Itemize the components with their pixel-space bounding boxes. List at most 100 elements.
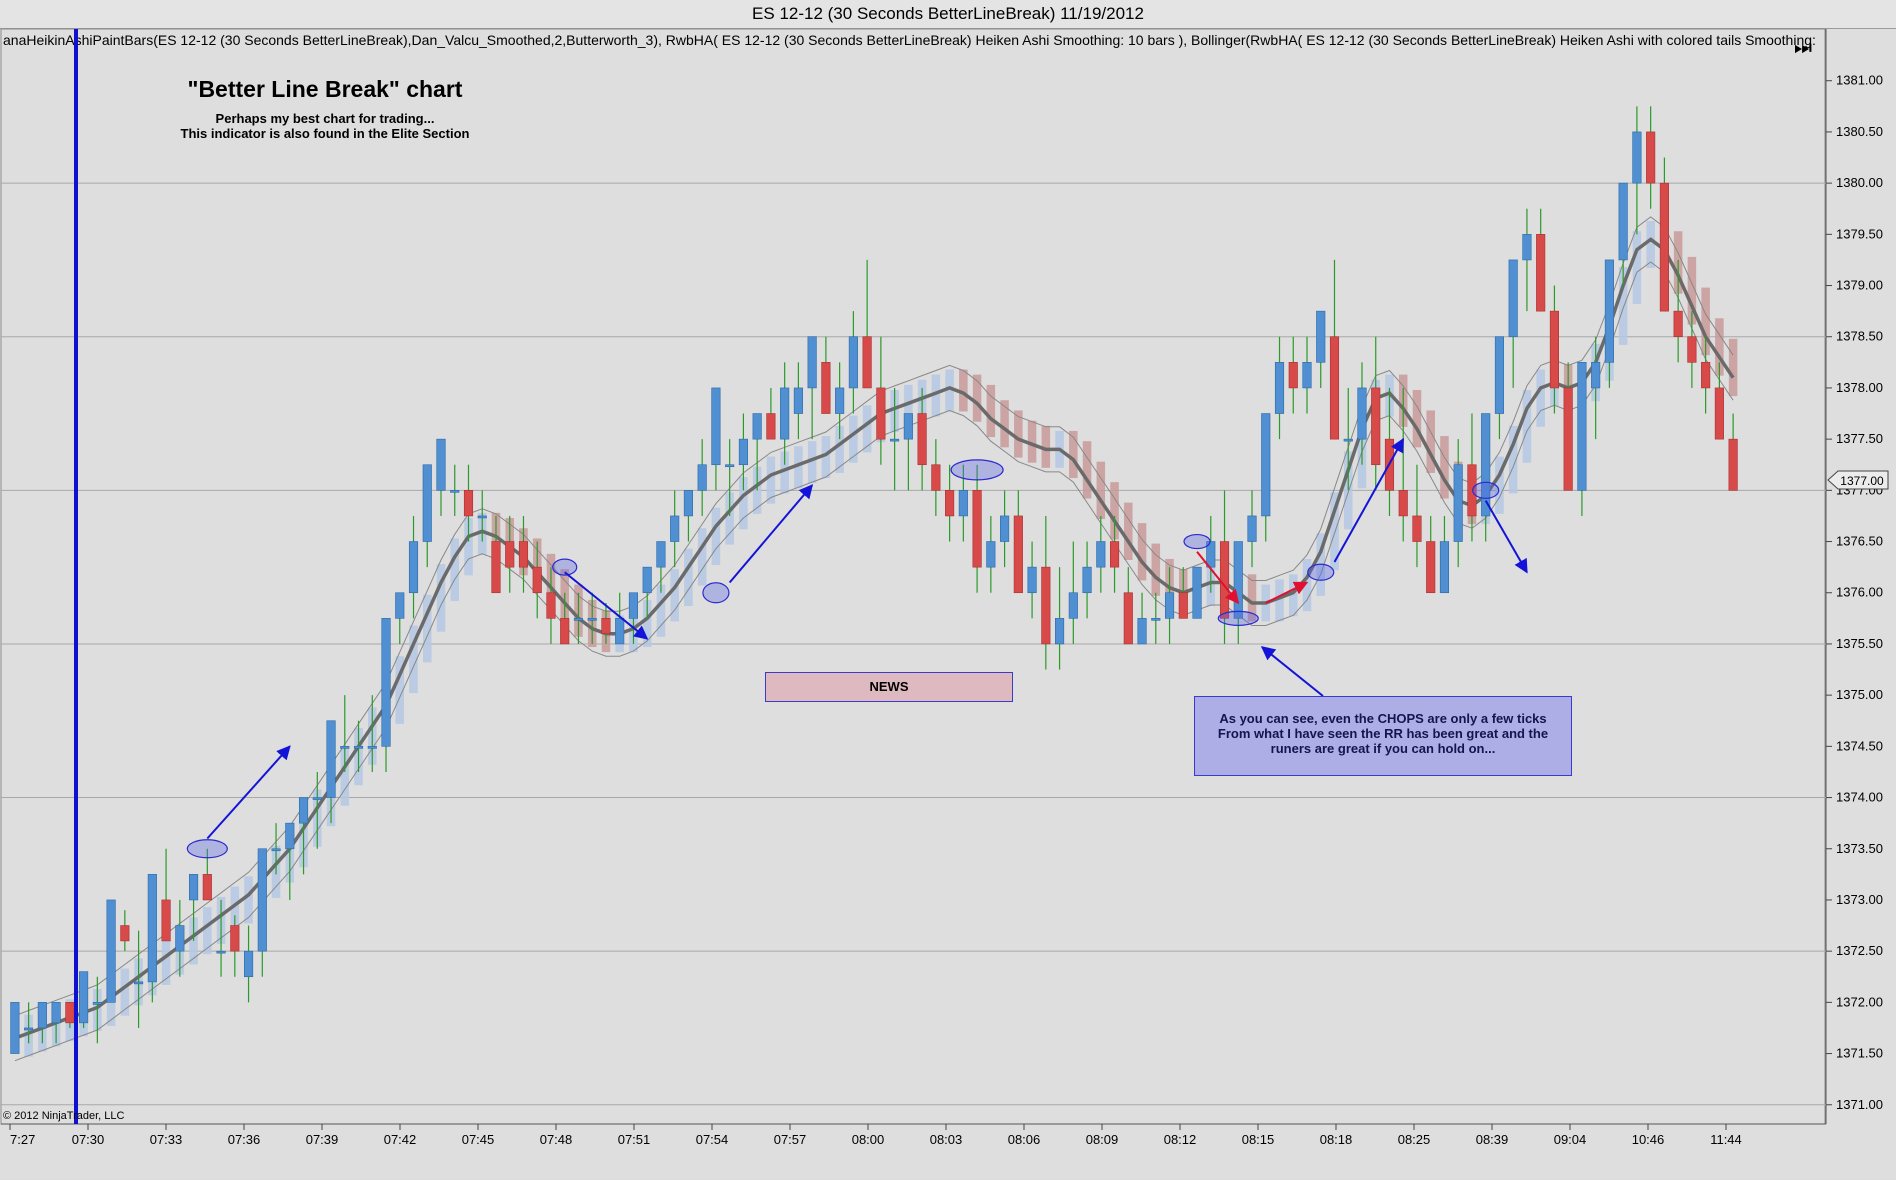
copyright-notice: © 2012 NinjaTrader, LLC xyxy=(3,1110,125,1122)
bar-body xyxy=(243,950,254,978)
ha-bar xyxy=(684,548,693,607)
bar-body xyxy=(628,592,639,619)
x-axis-ticks: 7:27 07:30 07:33 07:36 07:39 07:42 07:45 07:48 0… xyxy=(9,1124,1742,1147)
y-tick-label: 1373.50 xyxy=(1836,841,1883,856)
bar-body xyxy=(670,515,680,542)
highlight-ellipse xyxy=(1217,610,1259,626)
bar-body xyxy=(1288,362,1298,389)
note-annotation[interactable]: As you can see, even the CHOPS are only … xyxy=(1194,696,1572,776)
x-tick-label: 07:39 xyxy=(306,1132,339,1147)
y-tick-label: 1379.00 xyxy=(1836,278,1883,293)
chart-heading: "Better Line Break" chart xyxy=(187,76,463,102)
bar-body xyxy=(546,592,556,619)
ha-bar xyxy=(972,374,982,422)
bar-body xyxy=(463,490,474,517)
bar-body xyxy=(1137,618,1147,645)
bar-body xyxy=(1027,566,1037,594)
expand-panel-icon[interactable]: ⏭ xyxy=(1794,38,1812,58)
bar-body xyxy=(120,925,130,942)
x-tick-label: 11:44 xyxy=(1710,1132,1742,1147)
bar-body xyxy=(216,950,226,954)
x-tick-label: 07:30 xyxy=(72,1132,105,1147)
bar-body xyxy=(298,797,309,824)
x-tick-label: 08:03 xyxy=(930,1132,963,1147)
news-annotation[interactable]: NEWS xyxy=(765,672,1013,702)
x-tick-label: 08:09 xyxy=(1086,1132,1119,1147)
bar-body xyxy=(202,874,212,901)
bar-body xyxy=(1549,310,1559,389)
price-chart[interactable]: 1371.00 1371.50 1372.00 1372.50 1373.00 1373.… xyxy=(0,0,1896,1180)
x-tick-label: 7:27 xyxy=(10,1132,35,1147)
bar-body xyxy=(1178,592,1188,619)
note-line-2: From what I have seen the RR has been gr… xyxy=(1217,726,1549,741)
ha-bar xyxy=(244,876,253,924)
y-tick-label: 1377.50 xyxy=(1836,431,1883,446)
ha-bar xyxy=(697,528,707,586)
ha-bar xyxy=(450,538,460,601)
bar-body xyxy=(1233,541,1243,619)
bar-body xyxy=(1329,336,1340,440)
x-tick-label: 07:33 xyxy=(150,1132,183,1147)
ha-bar xyxy=(1000,400,1009,448)
bar-body xyxy=(51,1002,61,1024)
bar-body xyxy=(106,899,116,1003)
annotation-arrow xyxy=(1196,551,1240,605)
ha-bar xyxy=(1412,389,1422,448)
bar-body xyxy=(793,387,803,414)
x-tick-label: 07:51 xyxy=(618,1132,651,1147)
bar-body xyxy=(560,618,570,645)
bar-body xyxy=(1192,566,1202,619)
bar-body xyxy=(1701,362,1711,389)
bar-body xyxy=(147,874,157,983)
x-tick-label: 10:46 xyxy=(1632,1132,1665,1147)
bar-body xyxy=(436,438,446,491)
x-tick-label: 07:42 xyxy=(384,1132,417,1147)
x-tick-label: 07:48 xyxy=(540,1132,573,1147)
bar-body xyxy=(917,413,927,466)
bar-body xyxy=(532,566,542,594)
bar-body xyxy=(422,464,432,542)
highlight-ellipse xyxy=(702,582,730,604)
bollinger-band xyxy=(14,216,1735,1062)
annotation-arrow xyxy=(1265,581,1309,604)
ha-bar xyxy=(120,968,130,1016)
bar-body xyxy=(10,1002,20,1054)
bar-body xyxy=(1219,541,1230,619)
bar-body xyxy=(367,746,377,749)
bar-body xyxy=(848,336,858,389)
y-tick-label: 1372.50 xyxy=(1836,943,1883,958)
bar-body xyxy=(24,1027,34,1031)
bar-body xyxy=(1261,413,1271,517)
x-tick-label: 07:57 xyxy=(774,1132,807,1147)
y-tick-label: 1376.50 xyxy=(1836,534,1883,549)
note-line-1: As you can see, even the CHOPS are only … xyxy=(1219,711,1547,726)
x-tick-label: 07:36 xyxy=(228,1132,261,1147)
bar-body xyxy=(972,490,982,568)
bar-body xyxy=(752,413,762,440)
bar-body xyxy=(1357,387,1367,440)
x-tick-label: 08:39 xyxy=(1476,1132,1509,1147)
x-tick-label: 07:45 xyxy=(462,1132,495,1147)
bar-body xyxy=(1013,515,1023,594)
bar-body xyxy=(931,464,941,491)
bar-body xyxy=(1068,592,1078,619)
y-tick-label: 1371.00 xyxy=(1836,1097,1883,1112)
x-tick-label: 08:25 xyxy=(1398,1132,1431,1147)
bar-body xyxy=(1096,541,1106,568)
bar-body xyxy=(1274,362,1285,414)
price-tag-label: 1377.00 xyxy=(1840,474,1884,488)
ha-bar xyxy=(161,937,171,985)
annotation-arrow xyxy=(206,745,291,840)
bar-body xyxy=(1714,387,1724,440)
ha-bar xyxy=(1096,461,1106,520)
bar-body xyxy=(1123,592,1133,645)
y-tick-label: 1378.00 xyxy=(1836,380,1883,395)
bar-body xyxy=(711,387,721,466)
bar-body xyxy=(450,490,460,493)
y-tick-label: 1375.00 xyxy=(1836,687,1883,702)
x-tick-label: 09:04 xyxy=(1554,1132,1587,1147)
bar-body xyxy=(1659,182,1669,312)
note-line-3: runers are great if you can hold on... xyxy=(1270,741,1496,756)
ha-bar xyxy=(1440,436,1449,499)
bar-body xyxy=(945,490,955,517)
